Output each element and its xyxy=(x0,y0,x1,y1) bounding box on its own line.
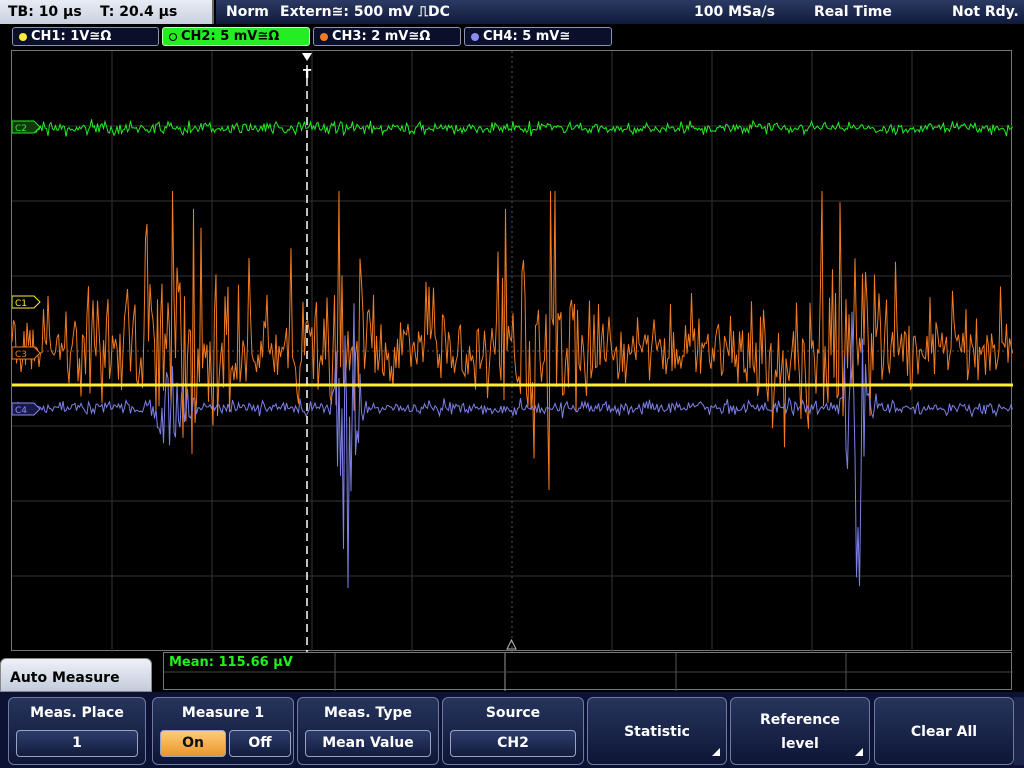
ch3-offset-marker[interactable]: C3 xyxy=(12,346,41,360)
ch2-label: CH2: 5 mV≅Ω xyxy=(181,29,280,44)
timebase-readout: TB: 10 µs xyxy=(8,4,82,20)
svg-text:C2: C2 xyxy=(15,124,27,134)
meas-type-softkey[interactable]: Meas. Type Mean Value xyxy=(297,697,439,765)
ch3-label: CH3: 2 mV≅Ω xyxy=(332,29,431,44)
acquisition-state: Not Rdy. xyxy=(952,4,1019,20)
tab-ch2[interactable]: CH2: 5 mV≅Ω xyxy=(162,27,310,46)
reference-level-label-line2: level xyxy=(781,736,819,752)
source-label: Source xyxy=(485,705,541,721)
menu-title-text: Auto Measure xyxy=(10,670,120,686)
softkey-bar-edge xyxy=(1014,697,1024,765)
svg-text:C1: C1 xyxy=(15,299,27,309)
svg-text:C3: C3 xyxy=(15,350,27,360)
ch1-offset-marker[interactable]: C1 xyxy=(12,295,41,309)
ch4-offset-marker[interactable]: C4 xyxy=(12,402,41,416)
meas-type-label: Meas. Type xyxy=(324,705,412,721)
waveform-canvas: T C2 C1 C3 C4 xyxy=(12,51,1013,652)
svg-text:C4: C4 xyxy=(15,406,27,416)
acquisition-mode: Real Time xyxy=(814,4,892,20)
ch4-dot-icon xyxy=(471,33,479,41)
meas-type-value[interactable]: Mean Value xyxy=(305,730,431,757)
trigger-marker-label: T xyxy=(303,67,312,81)
measure-1-label: Measure 1 xyxy=(181,705,265,721)
timebase-box[interactable]: TB: 10 µs T: 20.4 µs xyxy=(0,0,214,24)
ch1-dot-icon xyxy=(19,33,27,41)
meas-place-softkey[interactable]: Meas. Place 1 xyxy=(8,697,146,765)
ch1-label: CH1: 1V≅Ω xyxy=(31,29,112,44)
tab-ch4[interactable]: CH4: 5 mV≅ xyxy=(464,27,612,46)
measure-1-on-button[interactable]: On xyxy=(160,730,226,757)
trigger-marker-icon[interactable] xyxy=(302,53,312,61)
clear-all-label: Clear All xyxy=(910,724,978,740)
ch4-label: CH4: 5 mV≅ xyxy=(483,29,571,44)
source-value[interactable]: CH2 xyxy=(450,730,576,757)
waveform-display[interactable]: T C2 C1 C3 C4 xyxy=(11,50,1013,652)
meas-place-value[interactable]: 1 xyxy=(16,730,138,757)
measure-1-off-button[interactable]: Off xyxy=(229,730,291,757)
trigger-source[interactable]: Extern≅: 500 mV ⎍DC xyxy=(280,4,450,20)
clear-all-softkey[interactable]: Clear All xyxy=(874,697,1014,765)
measurement-result-bar: Mean: 115.66 µV xyxy=(163,652,1013,691)
statistic-softkey[interactable]: Statistic xyxy=(587,697,727,765)
ch3-dot-icon xyxy=(320,33,328,41)
submenu-corner-icon xyxy=(855,748,863,756)
menu-title[interactable]: Auto Measure xyxy=(0,658,152,692)
source-softkey[interactable]: Source CH2 xyxy=(442,697,584,765)
submenu-corner-icon xyxy=(712,748,720,756)
sample-rate: 100 MSa/s xyxy=(694,4,776,20)
measurement-cells xyxy=(164,653,1013,691)
tab-ch1[interactable]: CH1: 1V≅Ω xyxy=(12,27,159,46)
statistic-label: Statistic xyxy=(624,724,690,740)
trigger-mode[interactable]: Norm xyxy=(226,4,269,20)
ch2-dot-icon xyxy=(169,33,177,41)
status-bar: Norm Extern≅: 500 mV ⎍DC 100 MSa/s Real … xyxy=(216,0,1024,24)
measure-1-softkey[interactable]: Measure 1 On Off xyxy=(152,697,294,765)
trigger-time-readout: T: 20.4 µs xyxy=(100,4,178,20)
reference-level-softkey[interactable]: Reference level xyxy=(730,697,870,765)
tab-ch3[interactable]: CH3: 2 mV≅Ω xyxy=(313,27,461,46)
reference-level-label-line1: Reference xyxy=(759,712,841,728)
meas-place-label: Meas. Place xyxy=(30,705,124,721)
